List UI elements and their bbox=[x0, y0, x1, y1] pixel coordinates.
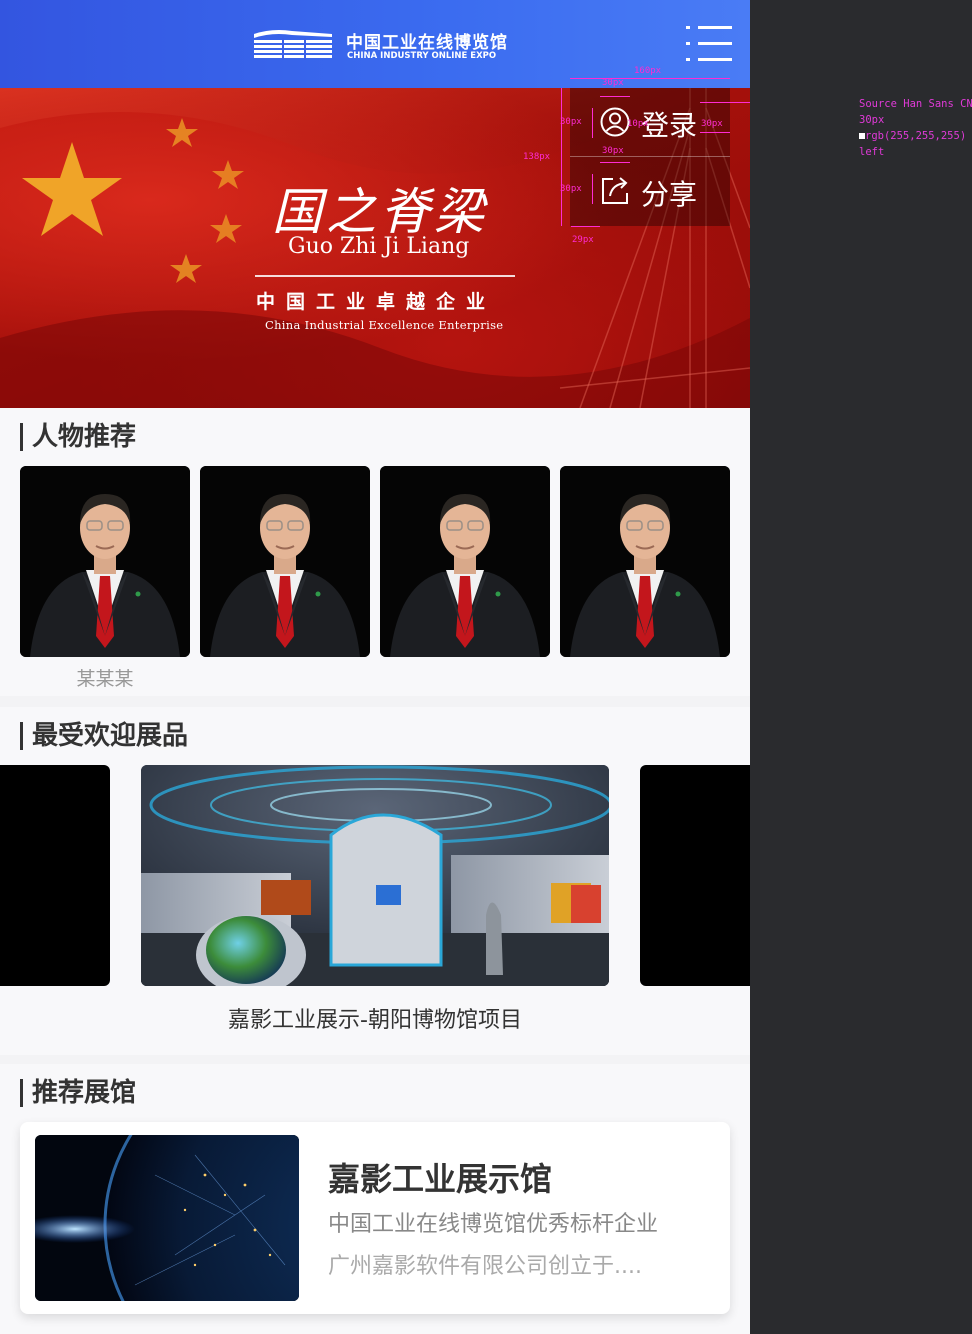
person-card[interactable] bbox=[200, 466, 370, 657]
share-icon bbox=[602, 177, 628, 204]
anno-height-30b: 30px bbox=[560, 184, 582, 194]
person-name: 某某某 bbox=[76, 668, 134, 690]
anno-gap-10: 10px bbox=[627, 119, 649, 129]
logo-text-cn: 中国工业在线博览馆 bbox=[346, 33, 508, 53]
person-card[interactable] bbox=[20, 466, 190, 657]
hall-card[interactable]: 嘉影工业展示馆 中国工业在线博览馆优秀标杆企业 广州嘉影软件有限公司创立于...… bbox=[20, 1122, 730, 1314]
spec-font-family: Source Han Sans CN bbox=[859, 98, 972, 110]
people-section-title: 人物推荐 bbox=[20, 423, 136, 451]
logo-text-en: CHINA INDUSTRY ONLINE EXPO bbox=[347, 51, 497, 61]
hall-thumbnail bbox=[35, 1135, 299, 1301]
share-label: 分享 bbox=[641, 178, 698, 211]
anno-width-160: 160px bbox=[634, 66, 662, 76]
exhibit-image bbox=[141, 765, 609, 986]
header-dropdown-menu: 登录 分享 bbox=[570, 88, 730, 226]
hall-description: 广州嘉影软件有限公司创立于.... bbox=[328, 1254, 642, 1279]
exhibit-caption: 嘉影工业展示-朝阳博物馆项目 bbox=[228, 1008, 522, 1033]
spec-font-size: 30px bbox=[859, 114, 885, 126]
logo-mark-icon bbox=[254, 30, 332, 60]
mobile-app-screen: 中国工业在线博览馆 CHINA INDUSTRY ONLINE EXPO 国之脊… bbox=[0, 0, 750, 1334]
person-portrait bbox=[380, 466, 550, 657]
hamburger-menu-icon[interactable] bbox=[686, 26, 732, 62]
anno-height-138: 138px bbox=[523, 152, 551, 162]
banner-subtitle-en: China Industrial Excellence Enterprise bbox=[265, 318, 504, 332]
exhibit-card-current[interactable] bbox=[141, 765, 609, 986]
spec-color-value: rgb(255,255,255) bbox=[865, 130, 967, 142]
hall-tagline: 中国工业在线博览馆优秀标杆企业 bbox=[328, 1212, 659, 1237]
anno-left-29: 29px bbox=[572, 235, 594, 245]
banner-title-pinyin: Guo Zhi Ji Liang bbox=[288, 234, 470, 259]
exhibit-card-next[interactable] bbox=[640, 765, 750, 986]
person-portrait bbox=[560, 466, 730, 657]
spec-font-color: rgb(255,255,255) bbox=[859, 130, 966, 142]
person-portrait bbox=[20, 466, 190, 657]
share-menu-item[interactable]: 分享 bbox=[570, 157, 730, 226]
anno-width-30b: 30px bbox=[602, 146, 624, 156]
person-card[interactable] bbox=[380, 466, 550, 657]
exhibit-card-prev[interactable] bbox=[0, 765, 110, 986]
banner-subtitle-cn: 中国工业卓越企业 bbox=[256, 291, 497, 313]
user-icon bbox=[600, 107, 630, 137]
anno-height-30a: 30px bbox=[560, 117, 582, 127]
exhibits-section-title: 最受欢迎展品 bbox=[20, 722, 188, 750]
anno-right-30: 30px bbox=[701, 119, 723, 129]
person-portrait bbox=[200, 466, 370, 657]
hall-name: 嘉影工业展示馆 bbox=[328, 1160, 553, 1198]
site-logo[interactable]: 中国工业在线博览馆 CHINA INDUSTRY ONLINE EXPO bbox=[252, 26, 507, 64]
spec-text-align: left bbox=[859, 146, 885, 158]
banner-divider bbox=[255, 275, 515, 277]
person-card[interactable] bbox=[560, 466, 730, 657]
login-label: 登录 bbox=[641, 109, 698, 142]
anno-width-30a: 30px bbox=[602, 78, 624, 88]
halls-section-title: 推荐展馆 bbox=[20, 1079, 136, 1107]
